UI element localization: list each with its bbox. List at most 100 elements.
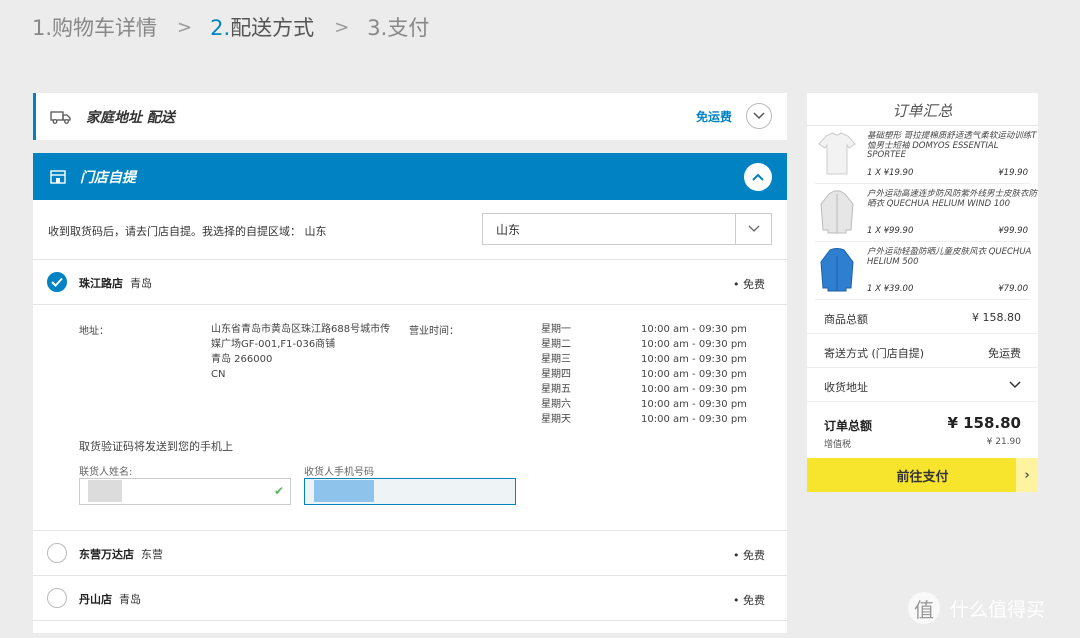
store-title: 珠江路店 xyxy=(79,277,123,290)
store-name: 丹山店 青岛 xyxy=(79,591,141,607)
item-quantity: 1 X ¥19.90 xyxy=(867,168,914,178)
chevron-down-icon xyxy=(1009,381,1021,389)
jacket-image xyxy=(820,190,854,234)
free-shipping-badge: 免运费 xyxy=(695,110,732,124)
total-row: 订单总额 ¥ 158.80 增值税 ¥ 21.90 xyxy=(807,402,1038,458)
tshirt-image xyxy=(818,132,856,175)
day: 星期一 xyxy=(541,324,571,335)
checkout-steps: 1.购物车详情 > 2.配送方式 > 3.支付 xyxy=(32,12,429,42)
sms-note: 取货验证码将发送到您的手机上 xyxy=(79,440,233,453)
time-range: 10:00 am - 09:30 pm xyxy=(641,384,747,395)
store-pickup-header[interactable]: 门店自提 xyxy=(33,153,787,200)
dropdown-arrow[interactable] xyxy=(735,214,771,244)
shipping-value: 免运费 xyxy=(988,347,1021,360)
time-range: 10:00 am - 09:30 pm xyxy=(641,414,747,425)
item-price: ¥19.90 xyxy=(998,168,1028,178)
store-city: 青岛 xyxy=(119,593,141,606)
day: 星期二 xyxy=(541,339,571,350)
recipient-phone-input[interactable] xyxy=(304,478,516,505)
proceed-to-payment-button[interactable]: 前往支付 › xyxy=(807,458,1038,492)
store-row[interactable]: 丹山店 青岛 • 免费 xyxy=(33,576,787,621)
opening-times: 10:00 am - 09:30 pm 10:00 am - 09:30 pm … xyxy=(641,322,747,427)
store-address: 山东省青岛市黄岛区珠江路688号城市传 媒广场GF-001,F1-036商铺 青… xyxy=(211,322,421,382)
chevron-up-icon xyxy=(752,173,764,181)
store-detail: 地址： 山东省青岛市黄岛区珠江路688号城市传 媒广场GF-001,F1-036… xyxy=(33,305,787,531)
collapse-button[interactable] xyxy=(744,163,772,191)
region-select[interactable]: 山东 xyxy=(482,213,772,245)
store-fee: • 免费 xyxy=(733,594,765,607)
day: 星期天 xyxy=(541,414,571,425)
chevron-right-icon: > xyxy=(334,16,350,38)
time-range: 10:00 am - 09:30 pm xyxy=(641,399,747,410)
summary-item: 户外运动轻盈防晒儿童皮肤风衣 QUECHUA HELIUM 500 1 X ¥3… xyxy=(815,242,1031,300)
store-fee: • 免费 xyxy=(733,278,765,291)
summary-item: 户外运动高速连步防风防紫外线男士皮肤衣防晒衣 QUECHUA HELIUM WI… xyxy=(815,184,1037,242)
delivery-options: 家庭地址 配送 免运费 门店自提 收到取货码后，请去门店自提。我选择的自提区域：… xyxy=(33,93,787,633)
store-name: 东营万达店 东营 xyxy=(79,546,163,562)
day: 星期四 xyxy=(541,369,571,380)
recipient-name-input[interactable]: ✔ xyxy=(79,478,291,505)
step-number: 1. xyxy=(32,16,53,40)
shipping-row: 寄送方式 (门店自提) 免运费 xyxy=(807,334,1038,368)
step-number: 2. xyxy=(210,16,231,40)
item-description: 基础塑形 哥拉提棉质舒适透气柔软运动训练T恤男士短袖 DOMYOS ESSENT… xyxy=(867,131,1037,160)
check-icon xyxy=(51,277,63,287)
home-delivery-option[interactable]: 家庭地址 配送 免运费 xyxy=(33,93,787,140)
subtotal-row: 商品总额 ¥ 158.80 xyxy=(807,300,1038,334)
opening-days: 星期一 星期二 星期三 星期四 星期五 星期六 星期天 xyxy=(541,322,571,427)
item-price: ¥99.90 xyxy=(998,226,1028,236)
address-line: CN xyxy=(211,369,226,380)
step-label: 购物车详情 xyxy=(52,16,158,40)
redacted-value xyxy=(314,480,374,502)
shipping-label: 寄送方式 (门店自提) xyxy=(824,347,925,360)
pay-label: 前往支付 xyxy=(896,469,949,485)
order-summary: 订单汇总 基础塑形 哥拉提棉质舒适透气柔软运动训练T恤男士短袖 DOMYOS E… xyxy=(807,93,1038,492)
store-pickup-title: 门店自提 xyxy=(80,169,136,186)
item-price: ¥79.00 xyxy=(998,284,1028,294)
store-title: 东营万达店 xyxy=(79,548,134,561)
kids-jacket-image xyxy=(820,248,854,292)
address-row[interactable]: 收货地址 xyxy=(807,368,1038,402)
store-row[interactable]: 珠江路店 青岛 • 免费 xyxy=(33,260,787,305)
address-line: 山东省青岛市黄岛区珠江路688号城市传 xyxy=(211,324,391,335)
tax-value: ¥ 21.90 xyxy=(986,437,1021,447)
hours-label: 营业时间： xyxy=(409,326,459,337)
store-name: 珠江路店 青岛 xyxy=(79,275,152,291)
region-value: 山东 xyxy=(496,222,521,237)
expand-button[interactable] xyxy=(746,103,772,129)
item-description: 户外运动轻盈防晒儿童皮肤风衣 QUECHUA HELIUM 500 xyxy=(867,247,1032,267)
step-delivery[interactable]: 2.配送方式 xyxy=(210,12,314,42)
watermark: 值 什么值得买 xyxy=(908,592,1045,624)
chevron-down-icon xyxy=(748,225,759,232)
day: 星期六 xyxy=(541,399,571,410)
step-payment[interactable]: 3.支付 xyxy=(367,12,429,42)
address-line: 青岛 266000 xyxy=(211,354,273,365)
region-selector-row: 收到取货码后，请去门店自提。我选择的自提区域： 山东 山东 xyxy=(33,200,787,260)
store-title: 丹山店 xyxy=(79,593,112,606)
tax-label: 增值税 xyxy=(824,440,852,450)
summary-title: 订单汇总 xyxy=(807,93,1038,126)
chevron-right-icon: › xyxy=(1016,458,1038,492)
watermark-text: 什么值得买 xyxy=(950,598,1046,621)
redacted-value xyxy=(88,480,122,502)
time-range: 10:00 am - 09:30 pm xyxy=(641,324,747,335)
home-delivery-title: 家庭地址 配送 xyxy=(86,109,175,126)
store-city: 青岛 xyxy=(130,277,152,290)
store-row[interactable]: 东营万达店 东营 • 免费 xyxy=(33,531,787,576)
address-label: 地址： xyxy=(79,326,109,337)
store-pickup-option: 门店自提 收到取货码后，请去门店自提。我选择的自提区域： 山东 山东 珠江路店 … xyxy=(33,153,787,633)
summary-card: 订单汇总 基础塑形 哥拉提棉质舒适透气柔软运动训练T恤男士短袖 DOMYOS E… xyxy=(807,93,1038,458)
watermark-logo: 值 xyxy=(908,592,940,624)
total-label: 订单总额 xyxy=(824,419,873,433)
store-icon xyxy=(50,169,66,184)
summary-item: 基础塑形 哥拉提棉质舒适透气柔软运动训练T恤男士短袖 DOMYOS ESSENT… xyxy=(815,126,1036,184)
name-field-label: 联货人姓名: xyxy=(79,467,133,478)
radio-unchecked[interactable] xyxy=(47,543,67,563)
radio-checked[interactable] xyxy=(47,272,67,292)
radio-unchecked[interactable] xyxy=(47,588,67,608)
step-cart[interactable]: 1.购物车详情 xyxy=(32,12,157,42)
truck-icon xyxy=(50,110,71,124)
subtotal-value: ¥ 158.80 xyxy=(972,311,1021,324)
time-range: 10:00 am - 09:30 pm xyxy=(641,339,747,350)
item-quantity: 1 X ¥39.00 xyxy=(867,284,914,294)
